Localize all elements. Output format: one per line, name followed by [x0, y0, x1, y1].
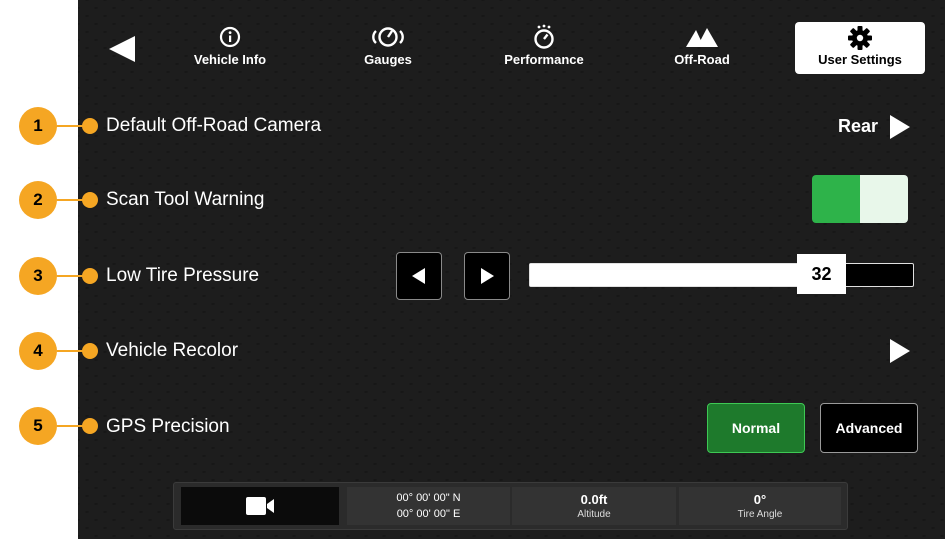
- tab-label: Vehicle Info: [193, 52, 267, 67]
- altitude-value: 0.0ft: [580, 491, 608, 507]
- callout-5: 5: [19, 407, 57, 445]
- tab-user-settings[interactable]: User Settings: [795, 22, 925, 74]
- mountain-icon: [686, 28, 718, 47]
- scan-tool-warning-toggle[interactable]: [812, 175, 908, 223]
- tab-label: Gauges: [364, 52, 412, 67]
- latitude-value: 00° 00' 00" N: [396, 492, 461, 504]
- back-button[interactable]: [107, 34, 137, 64]
- callout-2: 2: [19, 181, 57, 219]
- tab-gauges[interactable]: Gauges: [355, 24, 421, 74]
- tab-off-road[interactable]: Off-Road: [668, 24, 736, 74]
- arrow-left-icon: [412, 268, 425, 284]
- tire-angle-readout: 0° Tire Angle: [679, 487, 841, 525]
- tire-angle-label: Tire Angle: [737, 508, 783, 520]
- callout-3: 3: [19, 257, 57, 295]
- gear-icon: [848, 26, 872, 50]
- camera-select-button[interactable]: [888, 113, 912, 146]
- callout-dot: [82, 268, 98, 284]
- altitude-readout: 0.0ft Altitude: [512, 487, 676, 525]
- callout-dot: [82, 418, 98, 434]
- low-tire-pressure-label: Low Tire Pressure: [106, 265, 260, 286]
- video-camera-icon: [246, 497, 274, 515]
- tab-label: User Settings: [818, 52, 902, 67]
- gps-precision-label: GPS Precision: [106, 416, 230, 437]
- arrow-right-icon: [481, 268, 494, 284]
- camera-value[interactable]: Rear: [838, 116, 878, 137]
- gauge-icon: [372, 27, 404, 47]
- gps-advanced-button[interactable]: Advanced: [820, 403, 918, 453]
- tab-vehicle-info[interactable]: Vehicle Info: [190, 24, 270, 74]
- status-bar: 00° 00' 00" N 00° 00' 00" E 0.0ft Altitu…: [173, 482, 848, 530]
- tab-label: Performance: [504, 52, 584, 67]
- callout-1: 1: [19, 107, 57, 145]
- toggle-knob: [860, 175, 908, 223]
- stopwatch-icon: [534, 24, 554, 49]
- info-icon: [219, 26, 241, 48]
- camera-button[interactable]: [181, 487, 339, 525]
- vehicle-recolor-label: Vehicle Recolor: [106, 340, 239, 361]
- tab-performance[interactable]: Performance: [500, 24, 588, 74]
- tire-pressure-slider[interactable]: [529, 263, 914, 287]
- chevron-right-icon: [890, 115, 910, 139]
- default-camera-label: Default Off-Road Camera: [106, 115, 322, 136]
- vehicle-recolor-button[interactable]: [888, 337, 912, 370]
- callout-4: 4: [19, 332, 57, 370]
- toggle-on-track: [812, 175, 860, 223]
- callout-dot: [82, 343, 98, 359]
- scan-tool-warning-label: Scan Tool Warning: [106, 189, 265, 210]
- slider-fill: [530, 264, 810, 286]
- callout-dot: [82, 192, 98, 208]
- callout-dot: [82, 118, 98, 134]
- chevron-right-icon: [890, 339, 910, 363]
- back-arrow-icon: [109, 36, 135, 62]
- gps-coordinates: 00° 00' 00" N 00° 00' 00" E: [347, 487, 510, 525]
- tab-label: Off-Road: [674, 52, 730, 67]
- slider-thumb[interactable]: 32: [797, 254, 846, 294]
- gps-normal-button[interactable]: Normal: [707, 403, 805, 453]
- longitude-value: 00° 00' 00" E: [396, 508, 461, 520]
- tire-angle-value: 0°: [753, 491, 767, 507]
- altitude-label: Altitude: [577, 508, 611, 520]
- increase-button[interactable]: [464, 252, 510, 300]
- decrease-button[interactable]: [396, 252, 442, 300]
